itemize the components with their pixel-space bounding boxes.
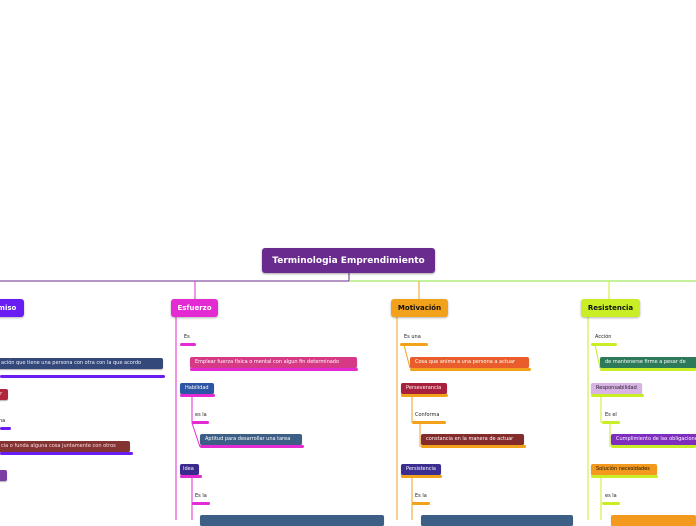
motivacion-persistencia-def[interactable] xyxy=(421,515,573,526)
esfuerzo-underline-6 xyxy=(180,475,202,478)
resistencia-solucion[interactable]: Solución necesidades xyxy=(591,464,657,475)
compromiso-underline xyxy=(0,375,165,378)
resistencia-underline-2 xyxy=(600,368,696,371)
esfuerzo-idea[interactable]: Idea xyxy=(180,464,199,475)
compromiso-item-4[interactable]: cia o funda alguna cosa juntamente con o… xyxy=(0,441,130,452)
compromiso-definition[interactable]: ación que tiene una persona con otra con… xyxy=(0,358,163,369)
resistencia-es-la[interactable]: es la xyxy=(602,492,620,500)
compromiso-underline-3 xyxy=(0,452,133,455)
resistencia-es-el[interactable]: Es el xyxy=(602,411,620,419)
motivacion-underline-3 xyxy=(401,394,448,397)
esfuerzo-definition[interactable]: Emplear fuerza física o mental con algun… xyxy=(190,357,357,368)
motivacion-definition[interactable]: Cosa que anima a una persona a actuar xyxy=(410,357,529,368)
resistencia-responsabilidad[interactable]: Responsabilidad xyxy=(591,383,642,394)
esfuerzo-underline-5 xyxy=(200,445,304,448)
topic-compromiso[interactable]: miso xyxy=(0,299,24,317)
motivacion-es-la[interactable]: Es la xyxy=(412,492,430,500)
resistencia-definition[interactable]: de mantenerse firme a pesar de xyxy=(600,357,696,368)
resistencia-underline-5 xyxy=(611,445,696,448)
esfuerzo-es-la-2[interactable]: Es la xyxy=(192,492,210,500)
compromiso-underline-2 xyxy=(0,427,11,430)
topic-esfuerzo[interactable]: Esfuerzo xyxy=(171,299,218,317)
esfuerzo-aptitud[interactable]: Aptitud para desarrollar una tarea xyxy=(200,434,302,445)
motivacion-persistencia[interactable]: Persistencia xyxy=(401,464,441,475)
motivacion-underline-1 xyxy=(400,343,428,346)
esfuerzo-es-la[interactable]: es la xyxy=(192,411,210,419)
resistencia-underline-1 xyxy=(591,343,617,346)
topic-motivacion[interactable]: Motivación xyxy=(391,299,448,317)
esfuerzo-es[interactable]: Es xyxy=(181,333,193,341)
topic-resistencia[interactable]: Resistencia xyxy=(581,299,640,317)
motivacion-conforma[interactable]: Conforma xyxy=(412,411,442,419)
motivacion-perseverancia[interactable]: Perseverancia xyxy=(401,383,447,394)
motivacion-underline-6 xyxy=(401,475,442,478)
resistencia-underline-7 xyxy=(602,502,620,505)
esfuerzo-idea-def[interactable] xyxy=(200,515,384,526)
motivacion-underline-5 xyxy=(421,445,526,448)
motivacion-constancia[interactable]: constancia en la manera de actuar xyxy=(421,434,524,445)
esfuerzo-underline-2 xyxy=(190,368,358,371)
resistencia-cumplimiento[interactable]: Cumplimiento de las obligaciones xyxy=(611,434,696,445)
resistencia-underline-4 xyxy=(602,421,620,424)
resistencia-underline-3 xyxy=(591,394,644,397)
esfuerzo-underline-4 xyxy=(192,421,209,424)
compromiso-item-5[interactable]: o xyxy=(0,470,7,481)
resistencia-solucion-def[interactable] xyxy=(611,515,696,526)
esfuerzo-underline-7 xyxy=(192,502,210,505)
esfuerzo-underline-3 xyxy=(180,394,215,397)
motivacion-underline-2 xyxy=(410,368,531,371)
esfuerzo-habilidad[interactable]: Habilidad xyxy=(180,383,214,394)
esfuerzo-underline-1 xyxy=(180,343,196,346)
motivacion-underline-7 xyxy=(412,502,430,505)
resistencia-accion[interactable]: Acción xyxy=(592,333,614,341)
motivacion-es-una[interactable]: Es una xyxy=(401,333,424,341)
compromiso-item-2[interactable]: ar xyxy=(0,389,8,400)
resistencia-underline-6 xyxy=(591,475,658,478)
root-topic[interactable]: Terminologia Emprendimiento xyxy=(262,248,435,273)
motivacion-underline-4 xyxy=(412,421,446,424)
compromiso-item-3[interactable]: na xyxy=(0,417,8,425)
